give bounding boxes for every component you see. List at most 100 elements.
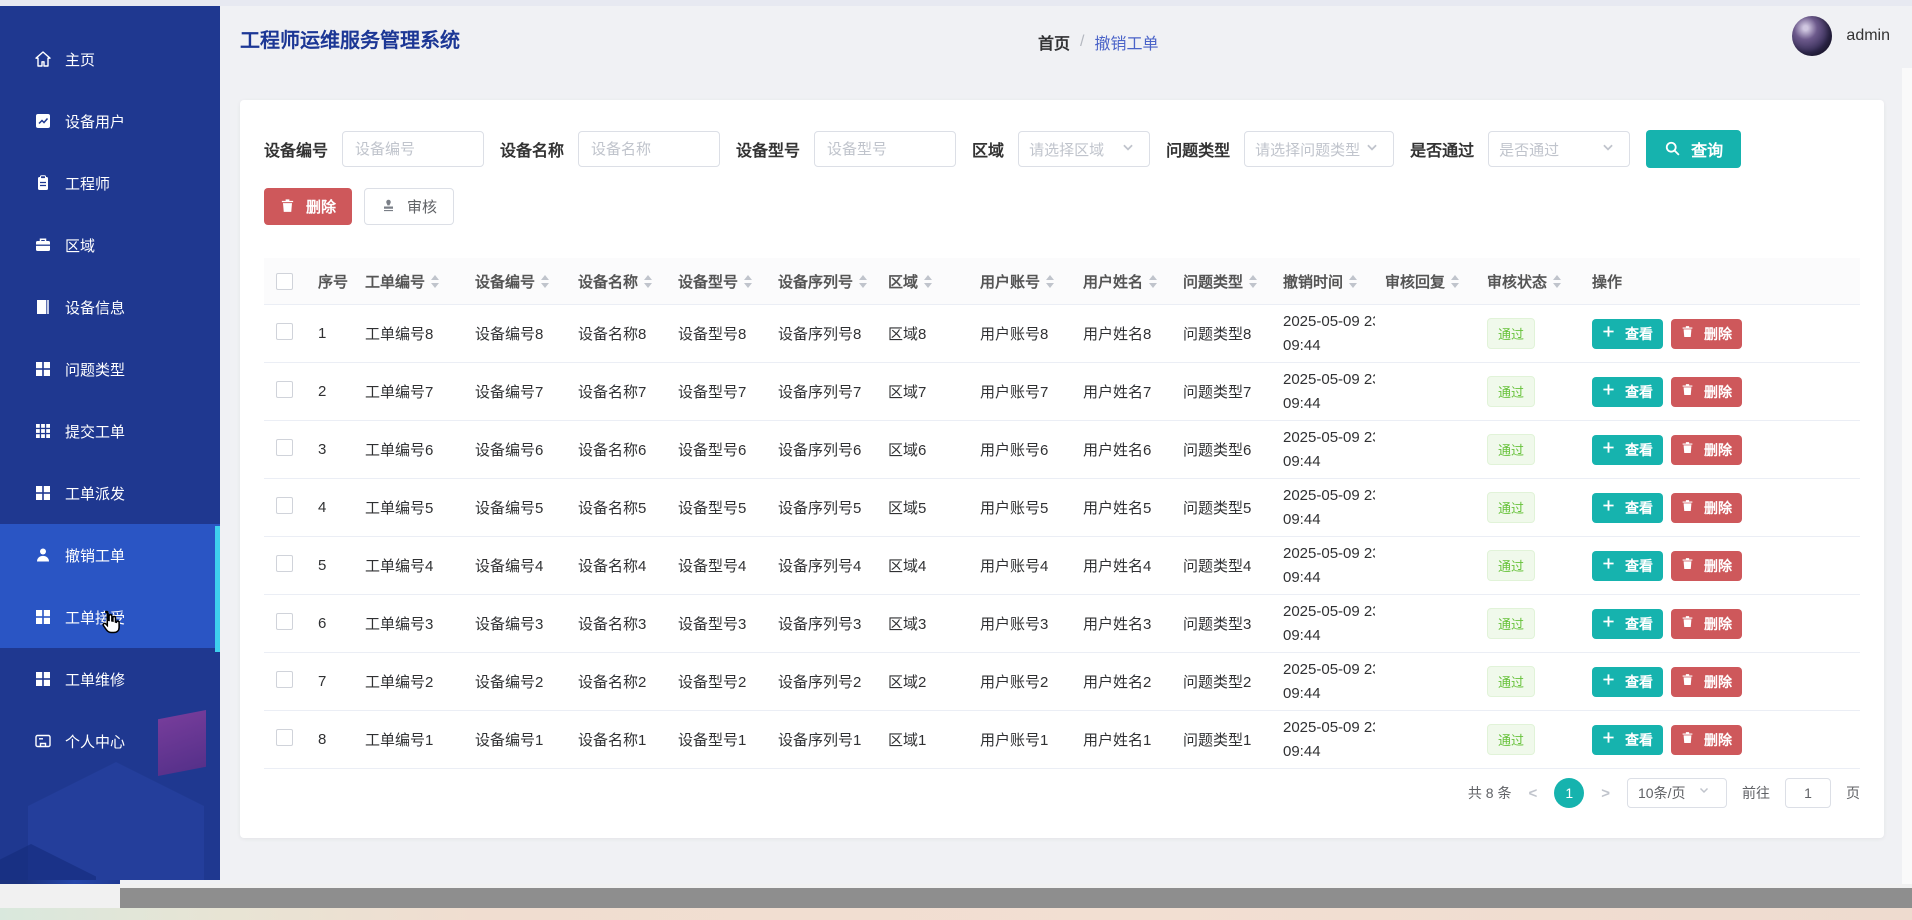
view-button[interactable]: 查看 [1592,609,1663,639]
column-header[interactable]: 设备名称 [568,271,668,292]
vertical-scrollbar[interactable] [1902,68,1912,884]
row-checkbox[interactable] [276,381,293,398]
sidebar-item-cancel-order[interactable]: 撤销工单 [0,524,220,586]
column-header[interactable]: 区域 [878,271,970,292]
cell-order: 工单编号1 [355,729,465,750]
sidebar-item-region[interactable]: 区域 [0,214,220,276]
sort-carets-icon [644,275,652,288]
query-button[interactable]: 查询 [1646,130,1741,168]
column-header[interactable]: 工单编号 [355,271,465,292]
cell-region: 区域3 [878,613,970,634]
view-button[interactable]: 查看 [1592,319,1663,349]
sidebar-item-repair-order[interactable]: 工单维修 [0,648,220,710]
goto-label: 前往 [1742,783,1770,803]
view-button[interactable]: 查看 [1592,667,1663,697]
delete-button[interactable]: 删除 [264,188,352,225]
row-delete-button[interactable]: 删除 [1671,551,1742,581]
column-header[interactable]: 设备序列号 [768,271,878,292]
cell-problem: 问题类型4 [1173,555,1273,576]
row-delete-button[interactable]: 删除 [1671,493,1742,523]
horizontal-scrollbar-thumb[interactable] [120,888,1912,908]
view-button[interactable]: 查看 [1592,435,1663,465]
filter-label-device-name: 设备名称 [500,137,564,161]
row-delete-button[interactable]: 删除 [1671,377,1742,407]
user-menu[interactable]: admin [1792,16,1890,56]
next-page-button[interactable]: > [1599,785,1612,802]
column-header[interactable]: 审核回复 [1375,271,1477,292]
row-checkbox[interactable] [276,671,293,688]
sidebar-item-engineer[interactable]: 工程师 [0,152,220,214]
cell-device_name: 设备名称5 [568,497,668,518]
row-checkbox[interactable] [276,729,293,746]
sort-carets-icon [1046,275,1054,288]
goto-page-input[interactable] [1785,778,1831,808]
row-checkbox[interactable] [276,323,293,340]
sidebar-item-device-info[interactable]: 设备信息 [0,276,220,338]
cell-operations: 查看删除 [1582,319,1860,349]
sidebar-item-device-user[interactable]: 设备用户 [0,90,220,152]
sidebar-item-profile[interactable]: 个人中心 [0,710,220,772]
cell-device_name: 设备名称7 [568,381,668,402]
sidebar-item-label: 个人中心 [65,731,125,752]
row-checkbox[interactable] [276,613,293,630]
pass-select[interactable]: 是否通过 [1488,131,1630,167]
sort-carets-icon [1451,275,1459,288]
page-number-button[interactable]: 1 [1554,778,1584,808]
problem-type-select[interactable]: 请选择问题类型 [1244,131,1394,167]
cell-operations: 查看删除 [1582,609,1860,639]
cell-device_name: 设备名称2 [568,671,668,692]
device-model-input[interactable] [814,131,956,167]
cell-region: 区域4 [878,555,970,576]
column-header[interactable]: 设备编号 [465,271,568,292]
sort-carets-icon [1249,275,1257,288]
plus-icon [1602,383,1620,401]
view-button[interactable]: 查看 [1592,551,1663,581]
column-header-label: 工单编号 [365,271,425,292]
filter-device-no: 设备编号 [264,131,484,167]
column-header[interactable]: 审核状态 [1477,271,1582,292]
sort-carets-icon [924,275,932,288]
region-select[interactable]: 请选择区域 [1018,131,1150,167]
sidebar-item-submit-order[interactable]: 提交工单 [0,400,220,462]
row-delete-button[interactable]: 删除 [1671,435,1742,465]
view-button[interactable]: 查看 [1592,725,1663,755]
breadcrumb-home[interactable]: 首页 [1038,30,1070,54]
column-header[interactable]: 问题类型 [1173,271,1273,292]
view-button[interactable]: 查看 [1592,377,1663,407]
row-delete-button[interactable]: 删除 [1671,609,1742,639]
sidebar-item-dispatch-order[interactable]: 工单派发 [0,462,220,524]
device-no-input[interactable] [342,131,484,167]
column-header-label: 审核回复 [1385,271,1445,292]
row-delete-button[interactable]: 删除 [1671,319,1742,349]
row-checkbox[interactable] [276,439,293,456]
row-checkbox[interactable] [276,497,293,514]
cell-audit-status: 通过 [1477,724,1582,755]
audit-button[interactable]: 审核 [364,188,454,225]
sidebar-item-label: 区域 [65,235,95,256]
sidebar-item-accept-order[interactable]: 工单接受 [0,586,220,648]
column-header[interactable]: 用户账号 [970,271,1073,292]
device-name-input[interactable] [578,131,720,167]
row-delete-button[interactable]: 删除 [1671,725,1742,755]
cell-order: 工单编号5 [355,497,465,518]
cell-serial: 设备序列号6 [768,439,878,460]
column-header-label: 设备序列号 [778,271,853,292]
column-header[interactable]: 设备型号 [668,271,768,292]
prev-page-button[interactable]: < [1526,785,1539,802]
cell-order: 工单编号6 [355,439,465,460]
column-header[interactable]: 用户姓名 [1073,271,1173,292]
column-header[interactable]: 撤销时间 [1273,271,1375,292]
grid-icon [34,608,52,626]
sidebar-item-label: 提交工单 [65,421,125,442]
cell-cancel-time: 2025-05-09 23:09:44 [1273,368,1375,415]
cell-audit-status: 通过 [1477,492,1582,523]
row-checkbox[interactable] [276,555,293,572]
row-delete-button[interactable]: 删除 [1671,667,1742,697]
sidebar-item-problem-type[interactable]: 问题类型 [0,338,220,400]
sidebar-item-home[interactable]: 主页 [0,28,220,90]
pagination-total: 共 8 条 [1468,783,1512,803]
page-size-select[interactable]: 10条/页 [1627,778,1727,808]
view-button[interactable]: 查看 [1592,493,1663,523]
trash-icon [1681,731,1699,749]
select-all-checkbox[interactable] [276,273,293,290]
